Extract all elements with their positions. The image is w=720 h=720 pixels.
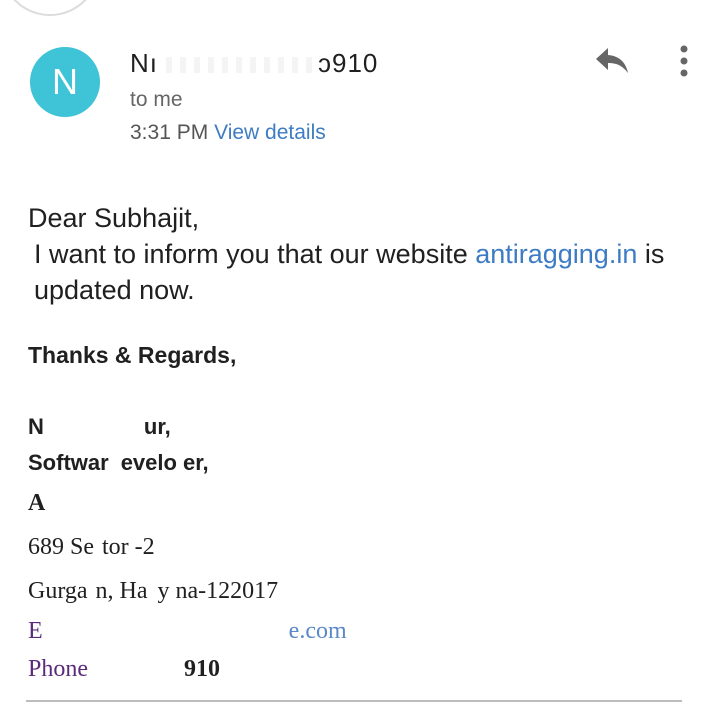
address2-start: Gurga [28,578,88,604]
phone-start: Phone [28,656,88,682]
signature-title-start: Softwar [28,450,109,475]
address2-mid2: y [157,578,170,604]
signature-org-start: A [28,490,46,516]
more-vert-icon[interactable] [674,44,694,78]
website-link[interactable]: antiragging.in [475,239,637,269]
message-meta: 3:31 PM View details [130,121,326,145]
top-decor-circle [0,0,100,16]
signature-title: Softwar evelo er, [28,450,209,476]
signature-title-mid: evelo [120,450,177,475]
signature-email[interactable]: Ee.com [28,618,347,645]
signature-phone[interactable]: Phone 910 [28,656,220,683]
message-body: Dear Subhajit, I want to inform you that… [28,200,698,308]
sender-name-start: Nı [130,48,158,78]
address1-end: tor -2 [102,534,155,560]
greeting: Dear Subhajit, [28,203,200,233]
signature-name-start: N [28,414,44,439]
sender-name-redacted [158,57,318,74]
message-paragraph: I want to inform you that our website an… [28,236,698,308]
signature-title-end: er, [182,450,209,475]
recipient-label: to me [130,88,183,111]
address2-end: na-122017 [175,578,279,604]
email-start: E [28,618,43,644]
reply-arrow-icon[interactable] [594,46,630,76]
sender-name-end: ɔ910 [318,48,379,78]
view-details-link[interactable]: View details [214,121,326,144]
signature-organization: A [28,490,45,517]
phone-end: 910 [184,656,220,682]
email-end: e.com [288,618,347,644]
address2-mid1: n, Ha [95,578,148,604]
divider [26,700,682,702]
sender-avatar[interactable]: N [30,47,100,117]
signature-name-end: ur, [143,414,171,439]
address-line-2: Gurga n, Ha y na-122017 [28,578,278,605]
address-line-1: 689 Se tor -2 [28,534,155,561]
message-time: 3:31 PM [130,121,209,144]
sender-name: Nı ɔ910 [130,48,378,79]
closing: Thanks & Regards, [28,342,237,368]
message-text-before-link: I want to inform you that our website [34,239,476,269]
address1-start: 689 Se [28,534,94,560]
signature-name: Nur, [28,414,171,440]
